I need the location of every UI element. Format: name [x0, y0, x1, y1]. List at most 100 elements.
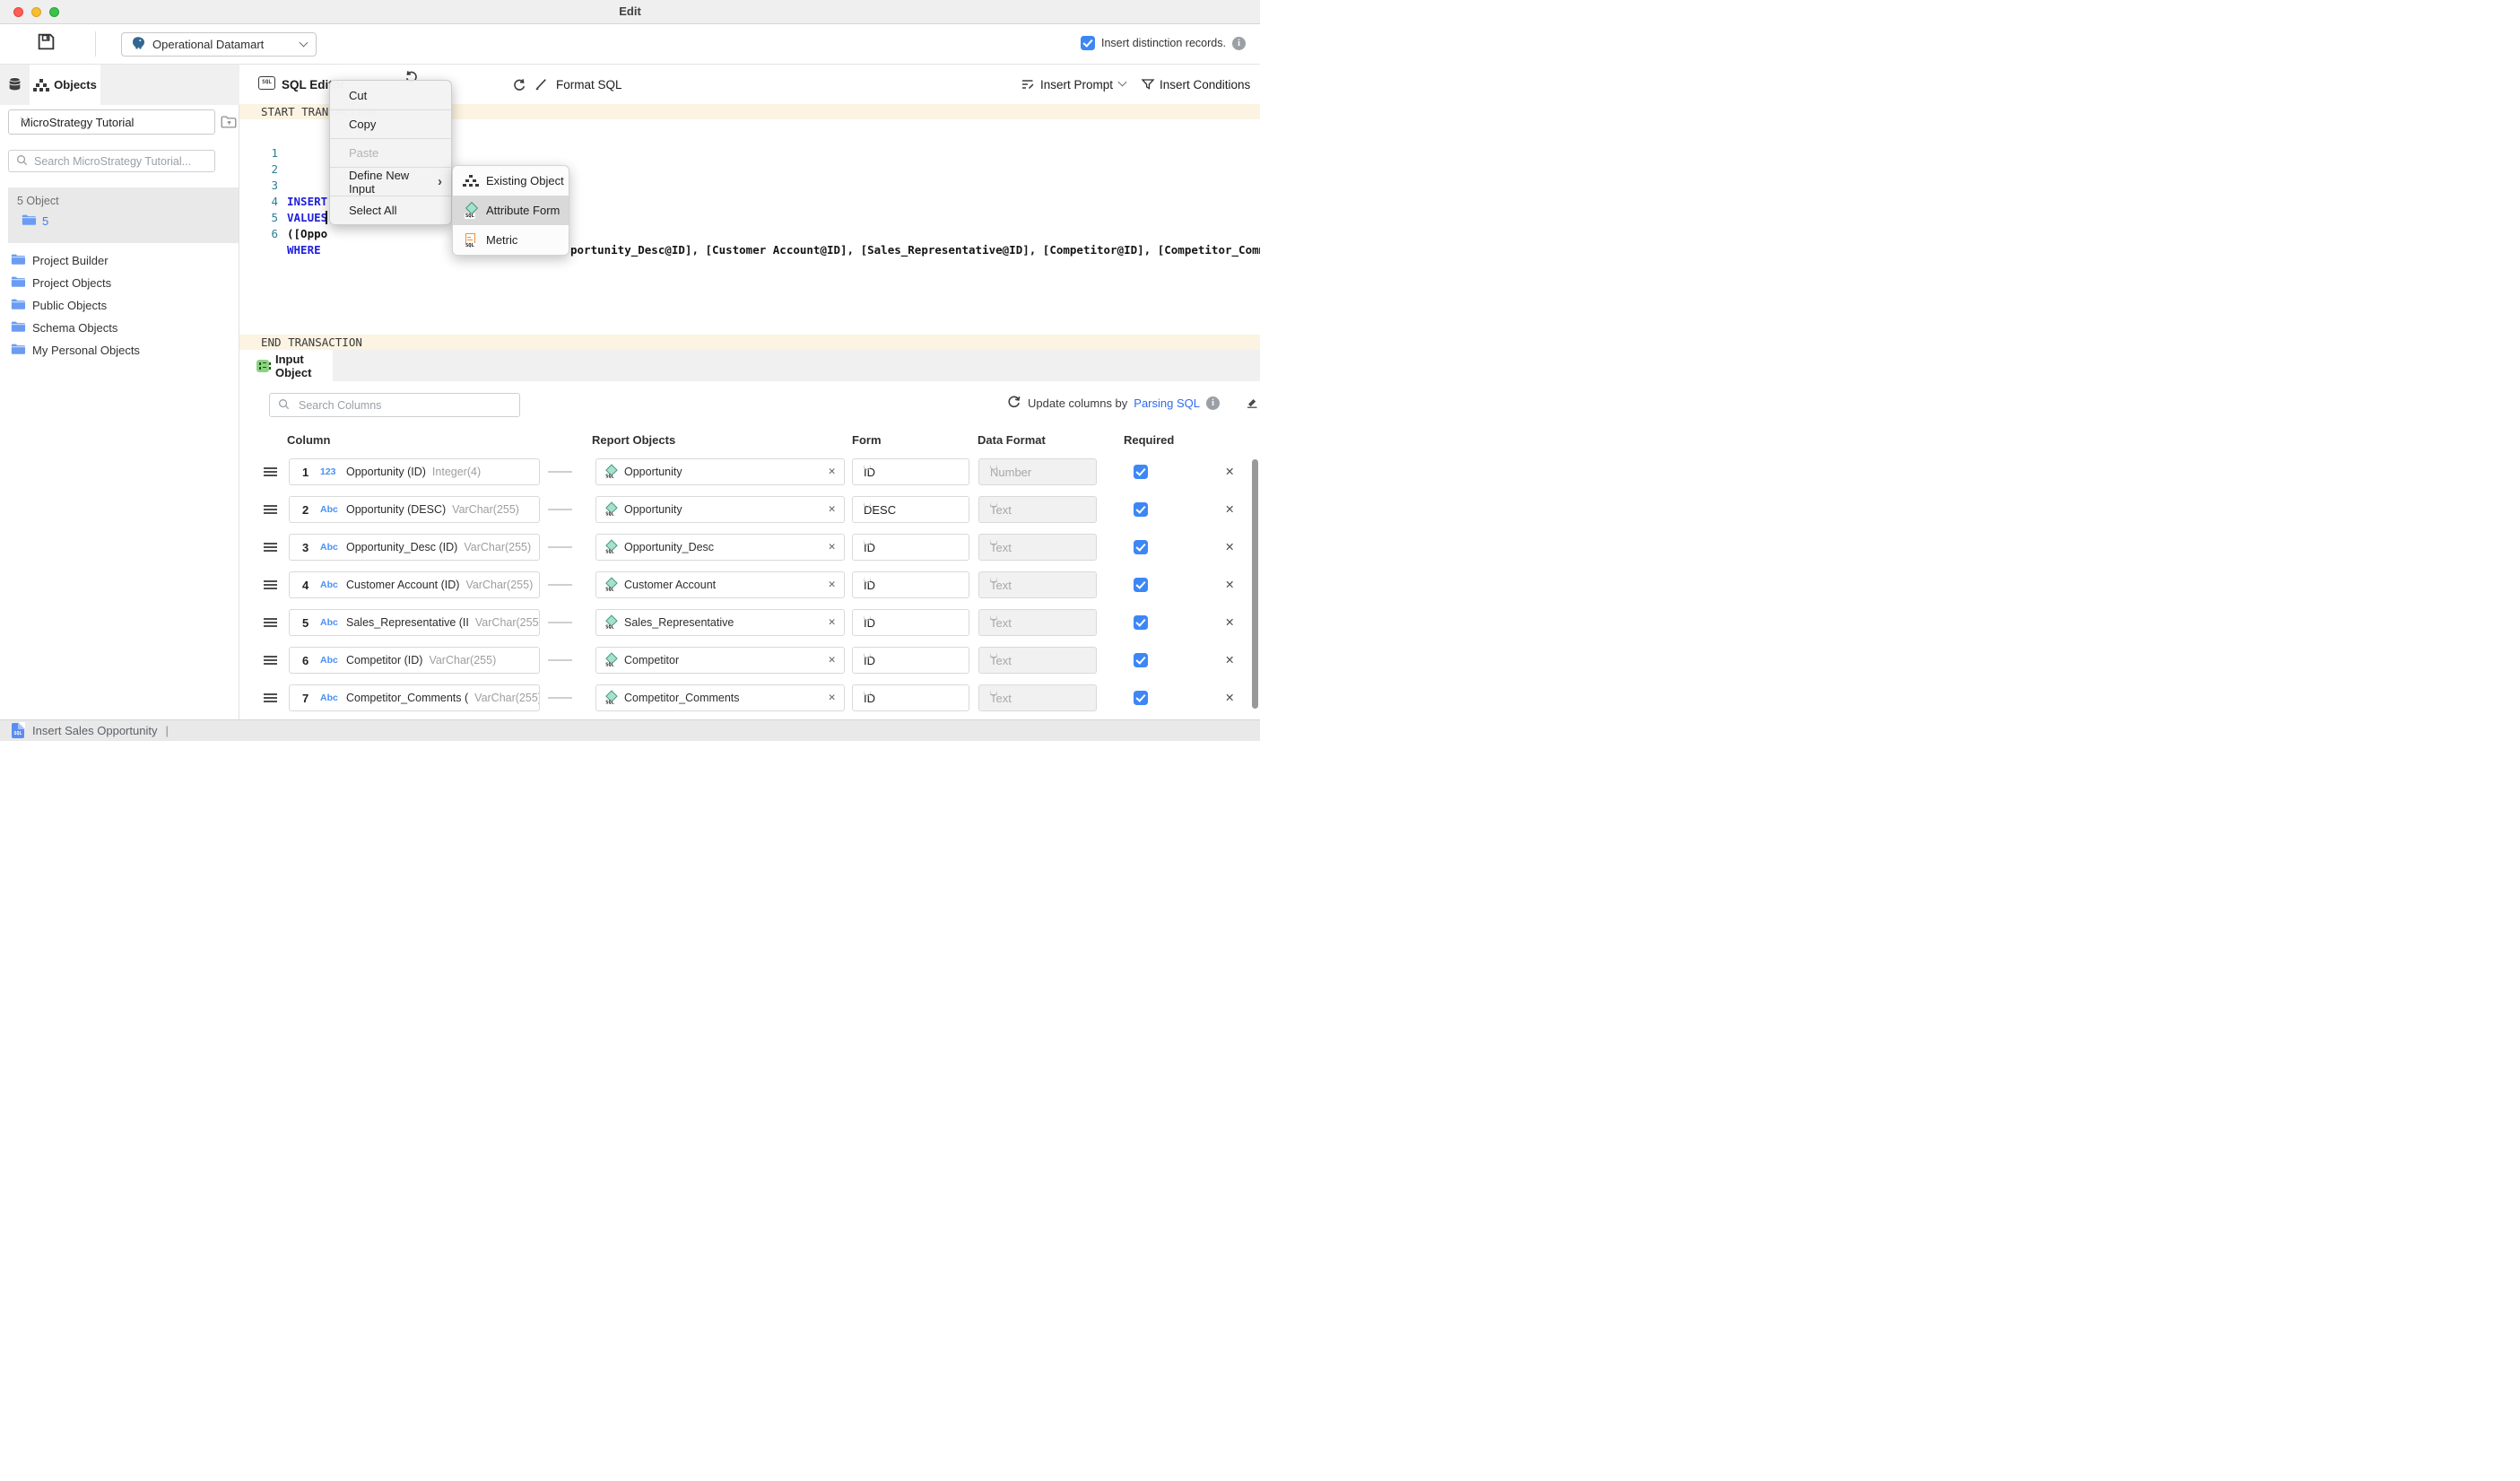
datasource-select[interactable]: Operational Datamart: [121, 32, 317, 57]
folder-up-button[interactable]: [220, 113, 238, 131]
required-checkbox[interactable]: [1134, 465, 1148, 479]
title-bar: Edit: [0, 0, 1260, 24]
drag-handle-icon[interactable]: [264, 467, 277, 469]
row-index: 4: [302, 579, 314, 592]
tab-database[interactable]: [0, 65, 30, 105]
drag-handle-icon[interactable]: [264, 618, 277, 620]
remove-report-object-button[interactable]: [828, 543, 836, 553]
folder-icon: [11, 320, 26, 335]
attribute-sql-icon: [603, 464, 618, 479]
form-select[interactable]: ID: [852, 534, 969, 561]
report-object-chip[interactable]: Opportunity: [595, 458, 845, 485]
vertical-scrollbar-thumb[interactable]: [1252, 459, 1258, 709]
submenu-item[interactable]: Attribute Form: [453, 196, 569, 225]
remove-row-button[interactable]: [1225, 693, 1234, 704]
remove-report-object-button[interactable]: [828, 505, 836, 515]
required-checkbox[interactable]: [1134, 615, 1148, 630]
remove-report-object-button[interactable]: [828, 467, 836, 477]
remove-row-button[interactable]: [1225, 617, 1234, 629]
insert-conditions-button[interactable]: Insert Conditions: [1160, 78, 1250, 91]
remove-report-object-button[interactable]: [828, 693, 836, 703]
sidebar-folder-item[interactable]: My Personal Objects: [0, 339, 239, 362]
status-text: Insert Sales Opportunity: [32, 724, 157, 737]
column-name: Competitor_Comments (: [346, 692, 468, 704]
table-row: 1 123 Opportunity (ID) Integer(4) Opport…: [0, 458, 1260, 489]
search-columns-input[interactable]: [297, 398, 511, 413]
report-object-chip[interactable]: Competitor_Comments: [595, 684, 845, 711]
insert-prompt-button[interactable]: Insert Prompt: [1040, 78, 1113, 91]
info-icon[interactable]: [1232, 37, 1246, 50]
chevron-down-icon: [300, 39, 308, 48]
required-checkbox[interactable]: [1134, 691, 1148, 705]
remove-report-object-button[interactable]: [828, 656, 836, 666]
column-name: Opportunity (DESC): [346, 503, 446, 516]
selected-folder-item[interactable]: 5: [22, 213, 48, 229]
folder-label: Public Objects: [32, 299, 107, 312]
submenu-item[interactable]: Metric: [453, 225, 569, 255]
submenu-item[interactable]: Existing Object: [453, 166, 569, 196]
context-menu-item[interactable]: Copy: [330, 109, 451, 138]
toolbar: Operational Datamart Insert distinction …: [0, 24, 1260, 65]
required-checkbox[interactable]: [1134, 578, 1148, 592]
context-menu-item[interactable]: Define New Input: [330, 167, 451, 196]
remove-row-button[interactable]: [1225, 504, 1234, 516]
drag-handle-icon[interactable]: [264, 505, 277, 507]
sidebar-folder-item[interactable]: Project Objects: [0, 272, 239, 294]
remove-row-button[interactable]: [1225, 542, 1234, 553]
remove-report-object-button[interactable]: [828, 580, 836, 590]
tab-input-object[interactable]: Input Object: [239, 350, 333, 381]
drag-handle-icon[interactable]: [264, 543, 277, 544]
sidebar-folder-item[interactable]: Public Objects: [0, 294, 239, 317]
column-type-icon: Abc: [320, 542, 343, 553]
drag-handle-icon[interactable]: [264, 693, 277, 695]
edit-pencil-icon[interactable]: [534, 76, 549, 94]
sidebar-folder-item[interactable]: Project Builder: [0, 249, 239, 272]
drag-handle-icon[interactable]: [264, 580, 277, 582]
sidebar-search[interactable]: [8, 150, 215, 172]
update-columns-label: Update columns by: [1028, 396, 1127, 410]
sidebar-search-input[interactable]: [34, 155, 207, 168]
drag-handle-icon[interactable]: [264, 656, 277, 658]
search-columns-box[interactable]: [269, 393, 520, 417]
project-select[interactable]: MicroStrategy Tutorial: [8, 109, 215, 135]
form-select[interactable]: DESC: [852, 496, 969, 523]
report-object-chip[interactable]: Opportunity_Desc: [595, 534, 845, 561]
form-select[interactable]: ID: [852, 609, 969, 636]
report-object-label: Customer Account: [624, 579, 822, 591]
form-select[interactable]: ID: [852, 684, 969, 711]
info-icon[interactable]: [1206, 396, 1220, 410]
sidebar-folder-item[interactable]: Schema Objects: [0, 317, 239, 339]
report-object-chip[interactable]: Sales_Representative: [595, 609, 845, 636]
remove-row-button[interactable]: [1225, 655, 1234, 666]
parsing-sql-link[interactable]: Parsing SQL: [1134, 396, 1200, 410]
form-select[interactable]: ID: [852, 571, 969, 598]
eraser-icon[interactable]: [1245, 395, 1259, 412]
remove-row-button[interactable]: [1225, 579, 1234, 591]
row-index: 3: [302, 541, 314, 554]
window-title: Edit: [0, 4, 1260, 18]
report-object-chip[interactable]: Competitor: [595, 647, 845, 674]
existing-object-icon: [463, 173, 479, 189]
required-checkbox[interactable]: [1134, 653, 1148, 667]
attribute-form-icon: [463, 203, 479, 219]
required-checkbox[interactable]: [1134, 502, 1148, 517]
context-menu-item[interactable]: Select All: [330, 196, 451, 224]
context-menu-item: Paste: [330, 138, 451, 167]
format-sql-button[interactable]: Format SQL: [556, 78, 622, 91]
report-object-chip[interactable]: Customer Account: [595, 571, 845, 598]
form-select[interactable]: ID: [852, 647, 969, 674]
context-menu-item[interactable]: Cut: [330, 81, 451, 109]
tab-objects[interactable]: Objects: [30, 65, 100, 105]
required-checkbox[interactable]: [1134, 540, 1148, 554]
report-object-chip[interactable]: Opportunity: [595, 496, 845, 523]
redo-icon[interactable]: [512, 77, 527, 95]
insert-conditions-icon: [1141, 77, 1155, 94]
save-button[interactable]: [37, 32, 56, 54]
insert-distinction-checkbox[interactable]: [1081, 36, 1095, 50]
form-select[interactable]: ID: [852, 458, 969, 485]
remove-row-button[interactable]: [1225, 466, 1234, 478]
column-name: Opportunity_Desc (ID): [346, 541, 457, 553]
menu-item-label: Cut: [349, 89, 367, 102]
remove-report-object-button[interactable]: [828, 618, 836, 628]
chevron-down-icon[interactable]: [1118, 78, 1127, 87]
